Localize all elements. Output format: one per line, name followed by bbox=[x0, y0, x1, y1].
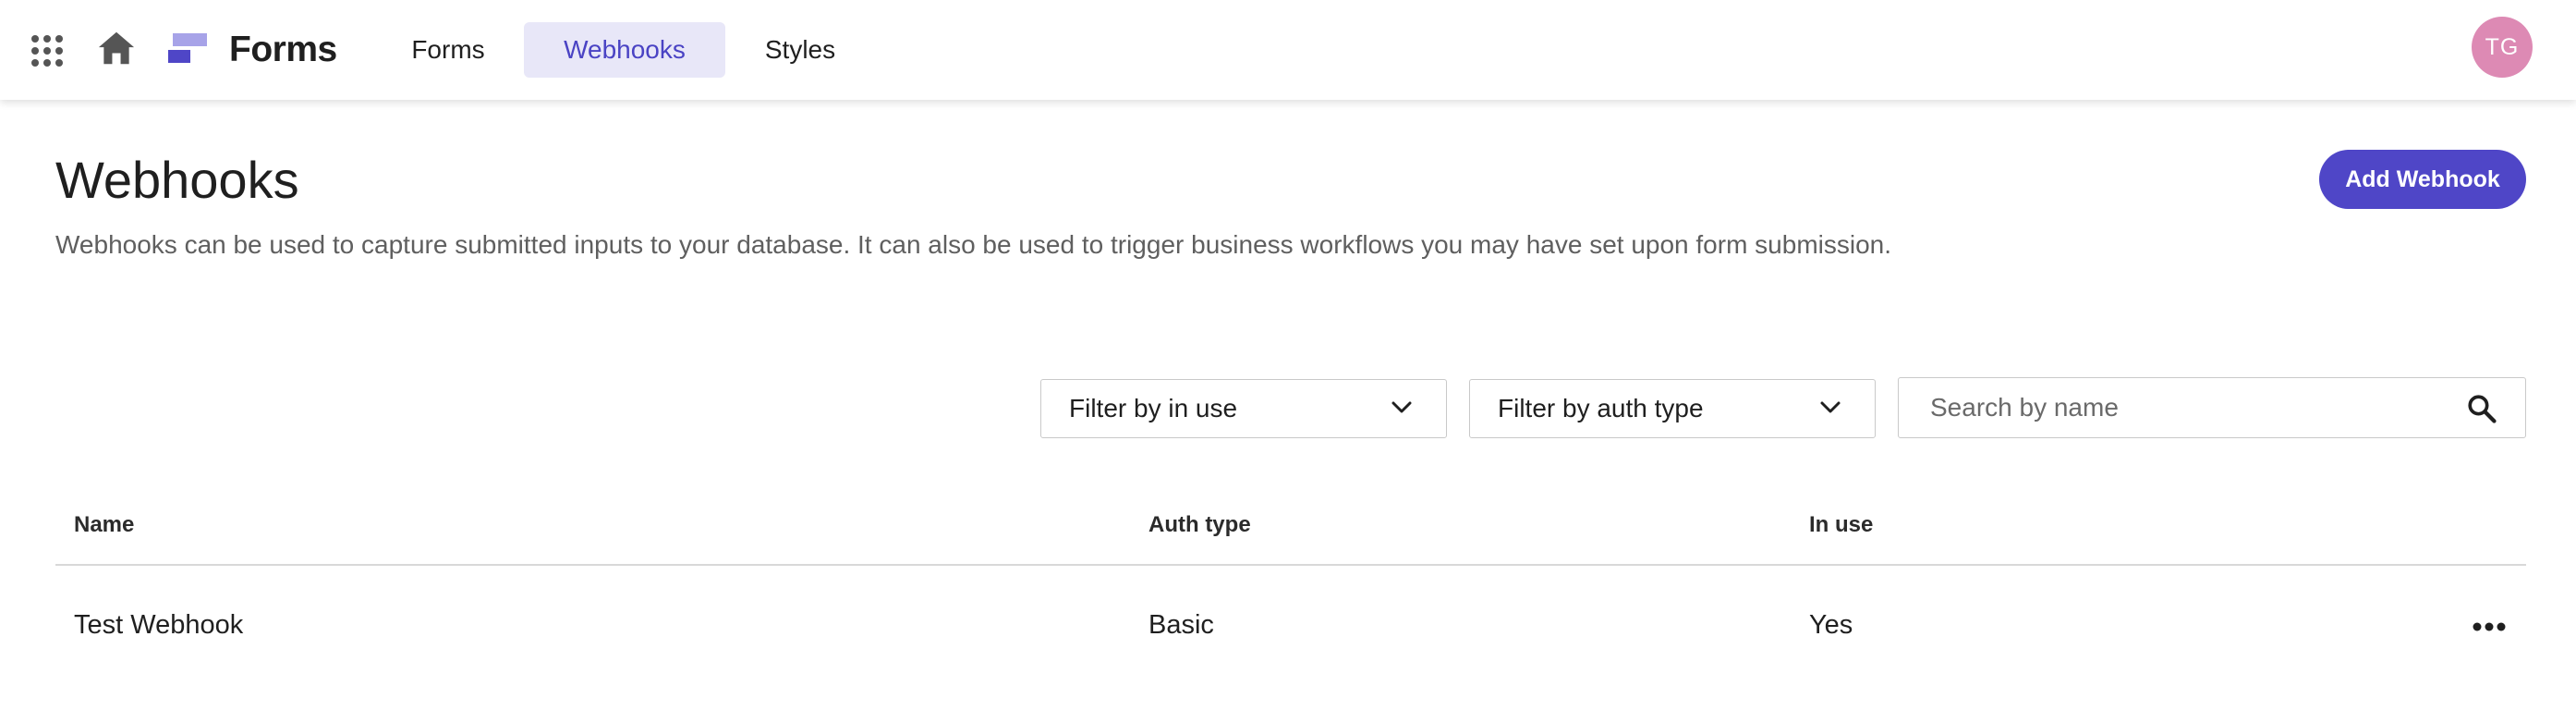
table-row[interactable]: Test Webhook Basic Yes bbox=[55, 566, 2526, 686]
more-options-icon[interactable] bbox=[2471, 618, 2508, 636]
top-navigation-bar: Forms Forms Webhooks Styles TG bbox=[0, 0, 2576, 100]
auth-type-cell: Basic bbox=[1148, 610, 1214, 640]
tab-webhooks[interactable]: Webhooks bbox=[524, 22, 725, 78]
webhook-name-cell: Test Webhook bbox=[74, 610, 244, 640]
webhooks-table: Name Auth type In use Test Webhook Basic… bbox=[55, 490, 2526, 686]
table-header: Name Auth type In use bbox=[55, 490, 2526, 566]
chevron-down-icon bbox=[1391, 401, 1412, 413]
filter-auth-type-dropdown[interactable]: Filter by auth type bbox=[1469, 379, 1876, 438]
filter-auth-type-label: Filter by auth type bbox=[1498, 394, 1704, 422]
apps-grid-icon[interactable] bbox=[31, 35, 63, 67]
page-description: Webhooks can be used to capture submitte… bbox=[55, 230, 1892, 259]
page-title: Webhooks bbox=[55, 151, 299, 209]
forms-logo-icon bbox=[168, 33, 207, 65]
search-box bbox=[1898, 377, 2526, 438]
filter-in-use-label: Filter by in use bbox=[1069, 394, 1238, 422]
user-avatar[interactable]: TG bbox=[2472, 17, 2533, 78]
home-icon[interactable] bbox=[96, 30, 137, 67]
search-icon[interactable] bbox=[2466, 393, 2497, 424]
tab-styles[interactable]: Styles bbox=[739, 22, 861, 78]
column-header-in-use: In use bbox=[1809, 512, 1874, 537]
tab-forms[interactable]: Forms bbox=[386, 22, 510, 78]
search-input[interactable] bbox=[1930, 378, 2448, 436]
chevron-down-icon bbox=[1820, 401, 1841, 413]
filter-in-use-dropdown[interactable]: Filter by in use bbox=[1040, 379, 1447, 438]
column-header-name: Name bbox=[74, 512, 135, 537]
column-header-auth-type: Auth type bbox=[1148, 512, 1251, 537]
in-use-cell: Yes bbox=[1809, 610, 1853, 640]
add-webhook-button[interactable]: Add Webhook bbox=[2319, 150, 2526, 209]
app-title[interactable]: Forms bbox=[229, 28, 337, 72]
